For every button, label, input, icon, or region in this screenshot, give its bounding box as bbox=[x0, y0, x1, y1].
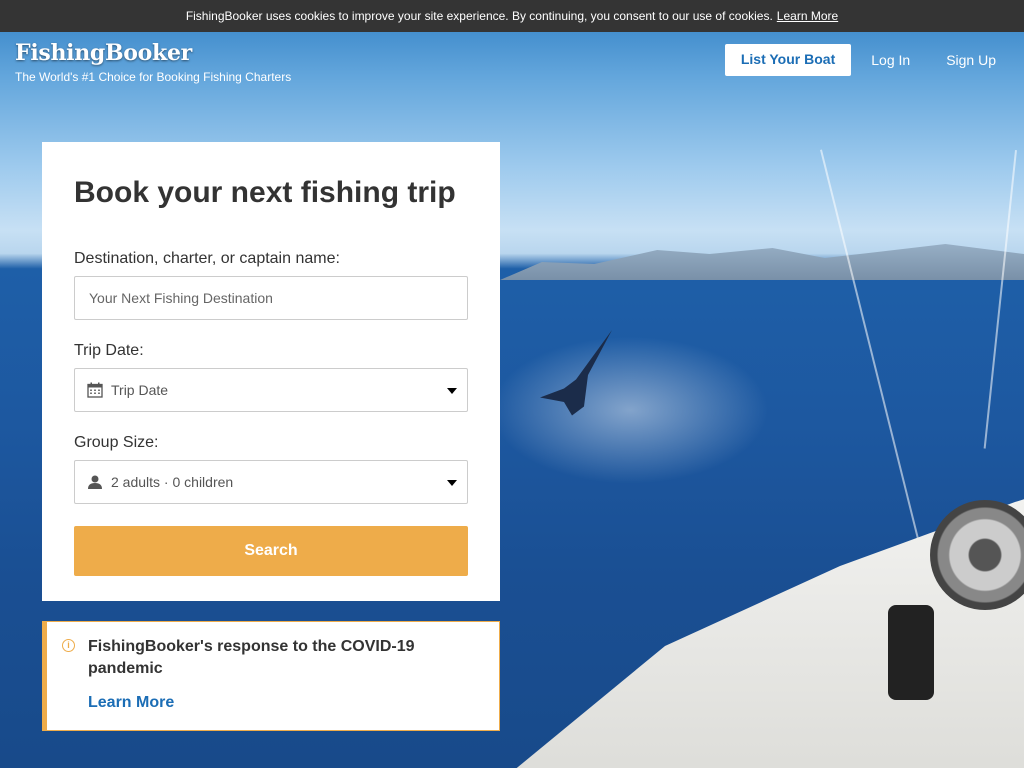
fishing-line bbox=[820, 149, 924, 558]
mountains-image bbox=[500, 244, 1024, 280]
chevron-down-icon bbox=[447, 388, 457, 394]
search-button[interactable]: Search bbox=[74, 526, 468, 576]
group-size-value: 2 adults · 0 children bbox=[111, 474, 234, 490]
destination-label: Destination, charter, or captain name: bbox=[74, 250, 340, 267]
cookie-learn-more-link[interactable]: Learn More bbox=[777, 9, 838, 23]
chevron-down-icon bbox=[447, 480, 457, 486]
calendar-icon bbox=[87, 382, 103, 398]
user-icon bbox=[87, 474, 103, 490]
destination-field[interactable] bbox=[74, 276, 468, 320]
trip-date-select[interactable]: Trip Date bbox=[74, 368, 468, 412]
trip-date-label: Trip Date: bbox=[74, 342, 144, 359]
info-icon: i bbox=[62, 639, 75, 652]
covid-notice-title: FishingBooker's response to the COVID-19… bbox=[88, 638, 415, 677]
destination-input[interactable] bbox=[87, 289, 455, 307]
group-size-label: Group Size: bbox=[74, 434, 159, 451]
trip-date-value: Trip Date bbox=[111, 382, 169, 398]
rod-holder-image bbox=[888, 605, 934, 700]
covid-learn-more-link[interactable]: Learn More bbox=[88, 694, 174, 712]
booking-title: Book your next fishing trip bbox=[74, 176, 456, 209]
booking-panel: Book your next fishing trip Destination,… bbox=[42, 142, 500, 601]
tagline: The World's #1 Choice for Booking Fishin… bbox=[15, 70, 292, 84]
sign-up-link[interactable]: Sign Up bbox=[930, 44, 1012, 76]
site-header-logo[interactable]: FishingBooker The World's #1 Choice for … bbox=[15, 40, 291, 84]
log-in-link[interactable]: Log In bbox=[855, 44, 926, 76]
covid-notice: i FishingBooker's response to the COVID-… bbox=[42, 621, 500, 731]
list-your-boat-button[interactable]: List Your Boat bbox=[724, 44, 852, 76]
cookie-message: FishingBooker uses cookies to improve yo… bbox=[185, 9, 773, 23]
fishing-line bbox=[983, 150, 1017, 449]
logo[interactable]: FishingBooker bbox=[15, 40, 291, 66]
cookie-bar: FishingBooker uses cookies to improve yo… bbox=[0, 0, 1024, 32]
header-nav: List Your Boat Log In Sign Up bbox=[724, 44, 1012, 76]
sea-splash-image bbox=[480, 330, 780, 490]
group-size-select[interactable]: 2 adults · 0 children bbox=[74, 460, 468, 504]
